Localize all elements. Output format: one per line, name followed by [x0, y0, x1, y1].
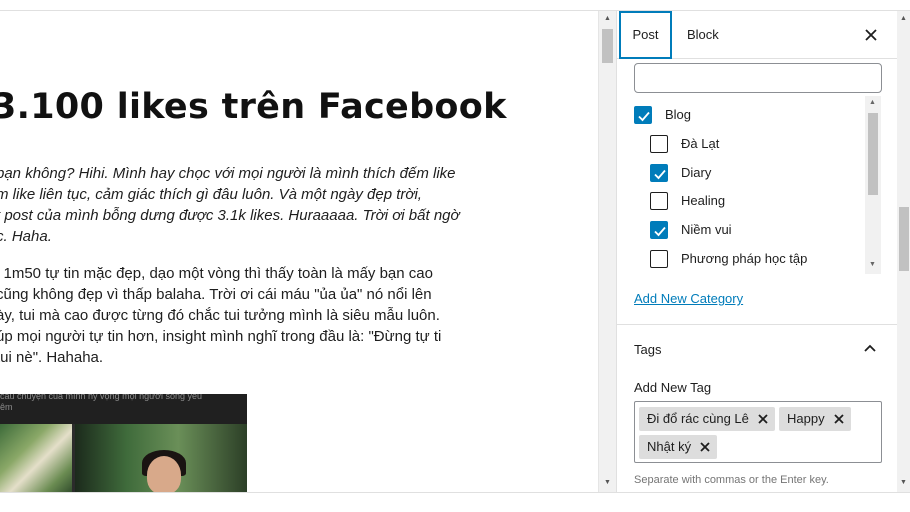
- scroll-up-icon[interactable]: ▲: [900, 15, 907, 22]
- category-checkbox[interactable]: [650, 221, 668, 239]
- tag-token-label: Nhật ký: [647, 439, 692, 454]
- sidebar-scrollbar[interactable]: ▲ ▼: [897, 11, 910, 492]
- category-checkbox[interactable]: [650, 192, 668, 210]
- photo-face: [147, 456, 181, 492]
- paragraph-line: i 1m50 tự tin mặc đẹp, dạo một vòng thì …: [0, 265, 433, 282]
- scrollbar-thumb[interactable]: [868, 113, 878, 195]
- close-icon: [865, 29, 877, 41]
- tag-token-label: Đi đổ rác cùng Lê: [647, 411, 749, 426]
- paragraph-line: t post của mình bỗng dưng được 3.1k like…: [0, 207, 460, 224]
- add-new-category-link[interactable]: Add New Category: [634, 291, 743, 306]
- scrollbar-thumb[interactable]: [899, 207, 909, 271]
- paragraph-line: ày, tui mà cao được từng đó chắc tui tưở…: [0, 307, 440, 324]
- category-checkbox[interactable]: [650, 250, 668, 268]
- sidebar-tabs: Post Block: [617, 11, 897, 59]
- paragraph-1[interactable]: bạn không? Hihi. Mình hay chọc với mọi n…: [0, 163, 460, 247]
- image-caption: câu chuyện của mình hy vọng mọi người số…: [0, 394, 247, 424]
- editor-scrollbar[interactable]: ▲ ▼: [598, 11, 616, 492]
- tags-panel-toggle[interactable]: [861, 340, 879, 358]
- check-icon: [638, 111, 650, 122]
- category-checkbox[interactable]: [650, 135, 668, 153]
- paragraph-line: úp mọi người tự tin hơn, insight mình ng…: [0, 328, 442, 345]
- photo-left: [0, 424, 72, 492]
- close-icon: [758, 413, 768, 424]
- tag-token: Happy: [779, 407, 851, 431]
- post-image[interactable]: câu chuyện của mình hy vọng mọi người số…: [0, 394, 247, 492]
- scroll-down-icon[interactable]: ▼: [604, 479, 611, 486]
- settings-sidebar: Post Block Blog Đà Lạt Diary Healing Niề…: [616, 11, 897, 492]
- remove-tag-button[interactable]: [757, 407, 769, 431]
- paragraph-line: tui nè". Hahaha.: [0, 349, 104, 366]
- category-label: Đà Lạt: [681, 136, 720, 151]
- close-icon: [700, 441, 710, 452]
- paragraph-line: cũng không đẹp vì thấp balaha. Trời ơi c…: [0, 286, 432, 303]
- category-label: Healing: [681, 193, 726, 208]
- category-scrollbar[interactable]: ▲ ▼: [865, 96, 881, 274]
- tag-input-field[interactable]: Đi đổ rác cùng Lê Happy Nhật ký: [634, 401, 882, 463]
- close-icon: [833, 413, 844, 424]
- panel-divider: [617, 324, 897, 325]
- close-sidebar-button[interactable]: [861, 25, 881, 45]
- tab-block[interactable]: Block: [687, 11, 727, 59]
- category-label: Phương pháp học tập: [681, 251, 808, 266]
- add-tag-label: Add New Tag: [634, 380, 712, 395]
- tab-post[interactable]: Post: [619, 11, 672, 59]
- remove-tag-button[interactable]: [699, 435, 711, 459]
- tag-token-label: Happy: [787, 411, 825, 426]
- category-label: Niềm vui: [681, 222, 732, 237]
- category-checkbox[interactable]: [650, 164, 668, 182]
- tag-help-text: Separate with commas or the Enter key.: [634, 474, 829, 486]
- image-caption-line: êm: [0, 402, 13, 412]
- paragraph-2[interactable]: i 1m50 tự tin mặc đẹp, dạo một vòng thì …: [0, 263, 441, 368]
- chevron-up-icon: [864, 344, 876, 352]
- search-label-mask: [634, 59, 884, 63]
- editor-canvas[interactable]: 3.100 likes trên Facebook bạn không? Hih…: [0, 11, 598, 492]
- tag-token: Đi đổ rác cùng Lê: [639, 407, 775, 431]
- category-label: Blog: [665, 107, 692, 122]
- scroll-up-icon[interactable]: ▲: [604, 15, 611, 22]
- check-icon: [654, 226, 666, 237]
- scroll-down-icon[interactable]: ▼: [869, 261, 876, 268]
- remove-tag-button[interactable]: [833, 407, 845, 431]
- post-title[interactable]: 3.100 likes trên Facebook: [0, 87, 507, 127]
- category-label: Diary: [681, 165, 712, 180]
- check-icon: [654, 169, 666, 180]
- paragraph-line: bạn không? Hihi. Mình hay chọc với mọi n…: [0, 165, 456, 182]
- bottom-border: [0, 492, 910, 493]
- tags-panel-title[interactable]: Tags: [634, 342, 661, 357]
- image-caption-line: câu chuyện của mình hy vọng mọi người số…: [0, 394, 203, 401]
- scroll-up-icon[interactable]: ▲: [869, 99, 876, 106]
- category-checkbox[interactable]: [634, 106, 652, 124]
- paragraph-line: m like liên tục, cảm giác thích gì đâu l…: [0, 186, 422, 203]
- tag-token: Nhật ký: [639, 435, 718, 459]
- scroll-down-icon[interactable]: ▼: [900, 479, 907, 486]
- category-search-input[interactable]: [634, 63, 882, 93]
- paragraph-line: c. Haha.: [0, 228, 52, 245]
- category-list: Blog Đà Lạt Diary Healing Niềm vui Phươn…: [634, 96, 864, 274]
- scrollbar-thumb[interactable]: [602, 29, 613, 63]
